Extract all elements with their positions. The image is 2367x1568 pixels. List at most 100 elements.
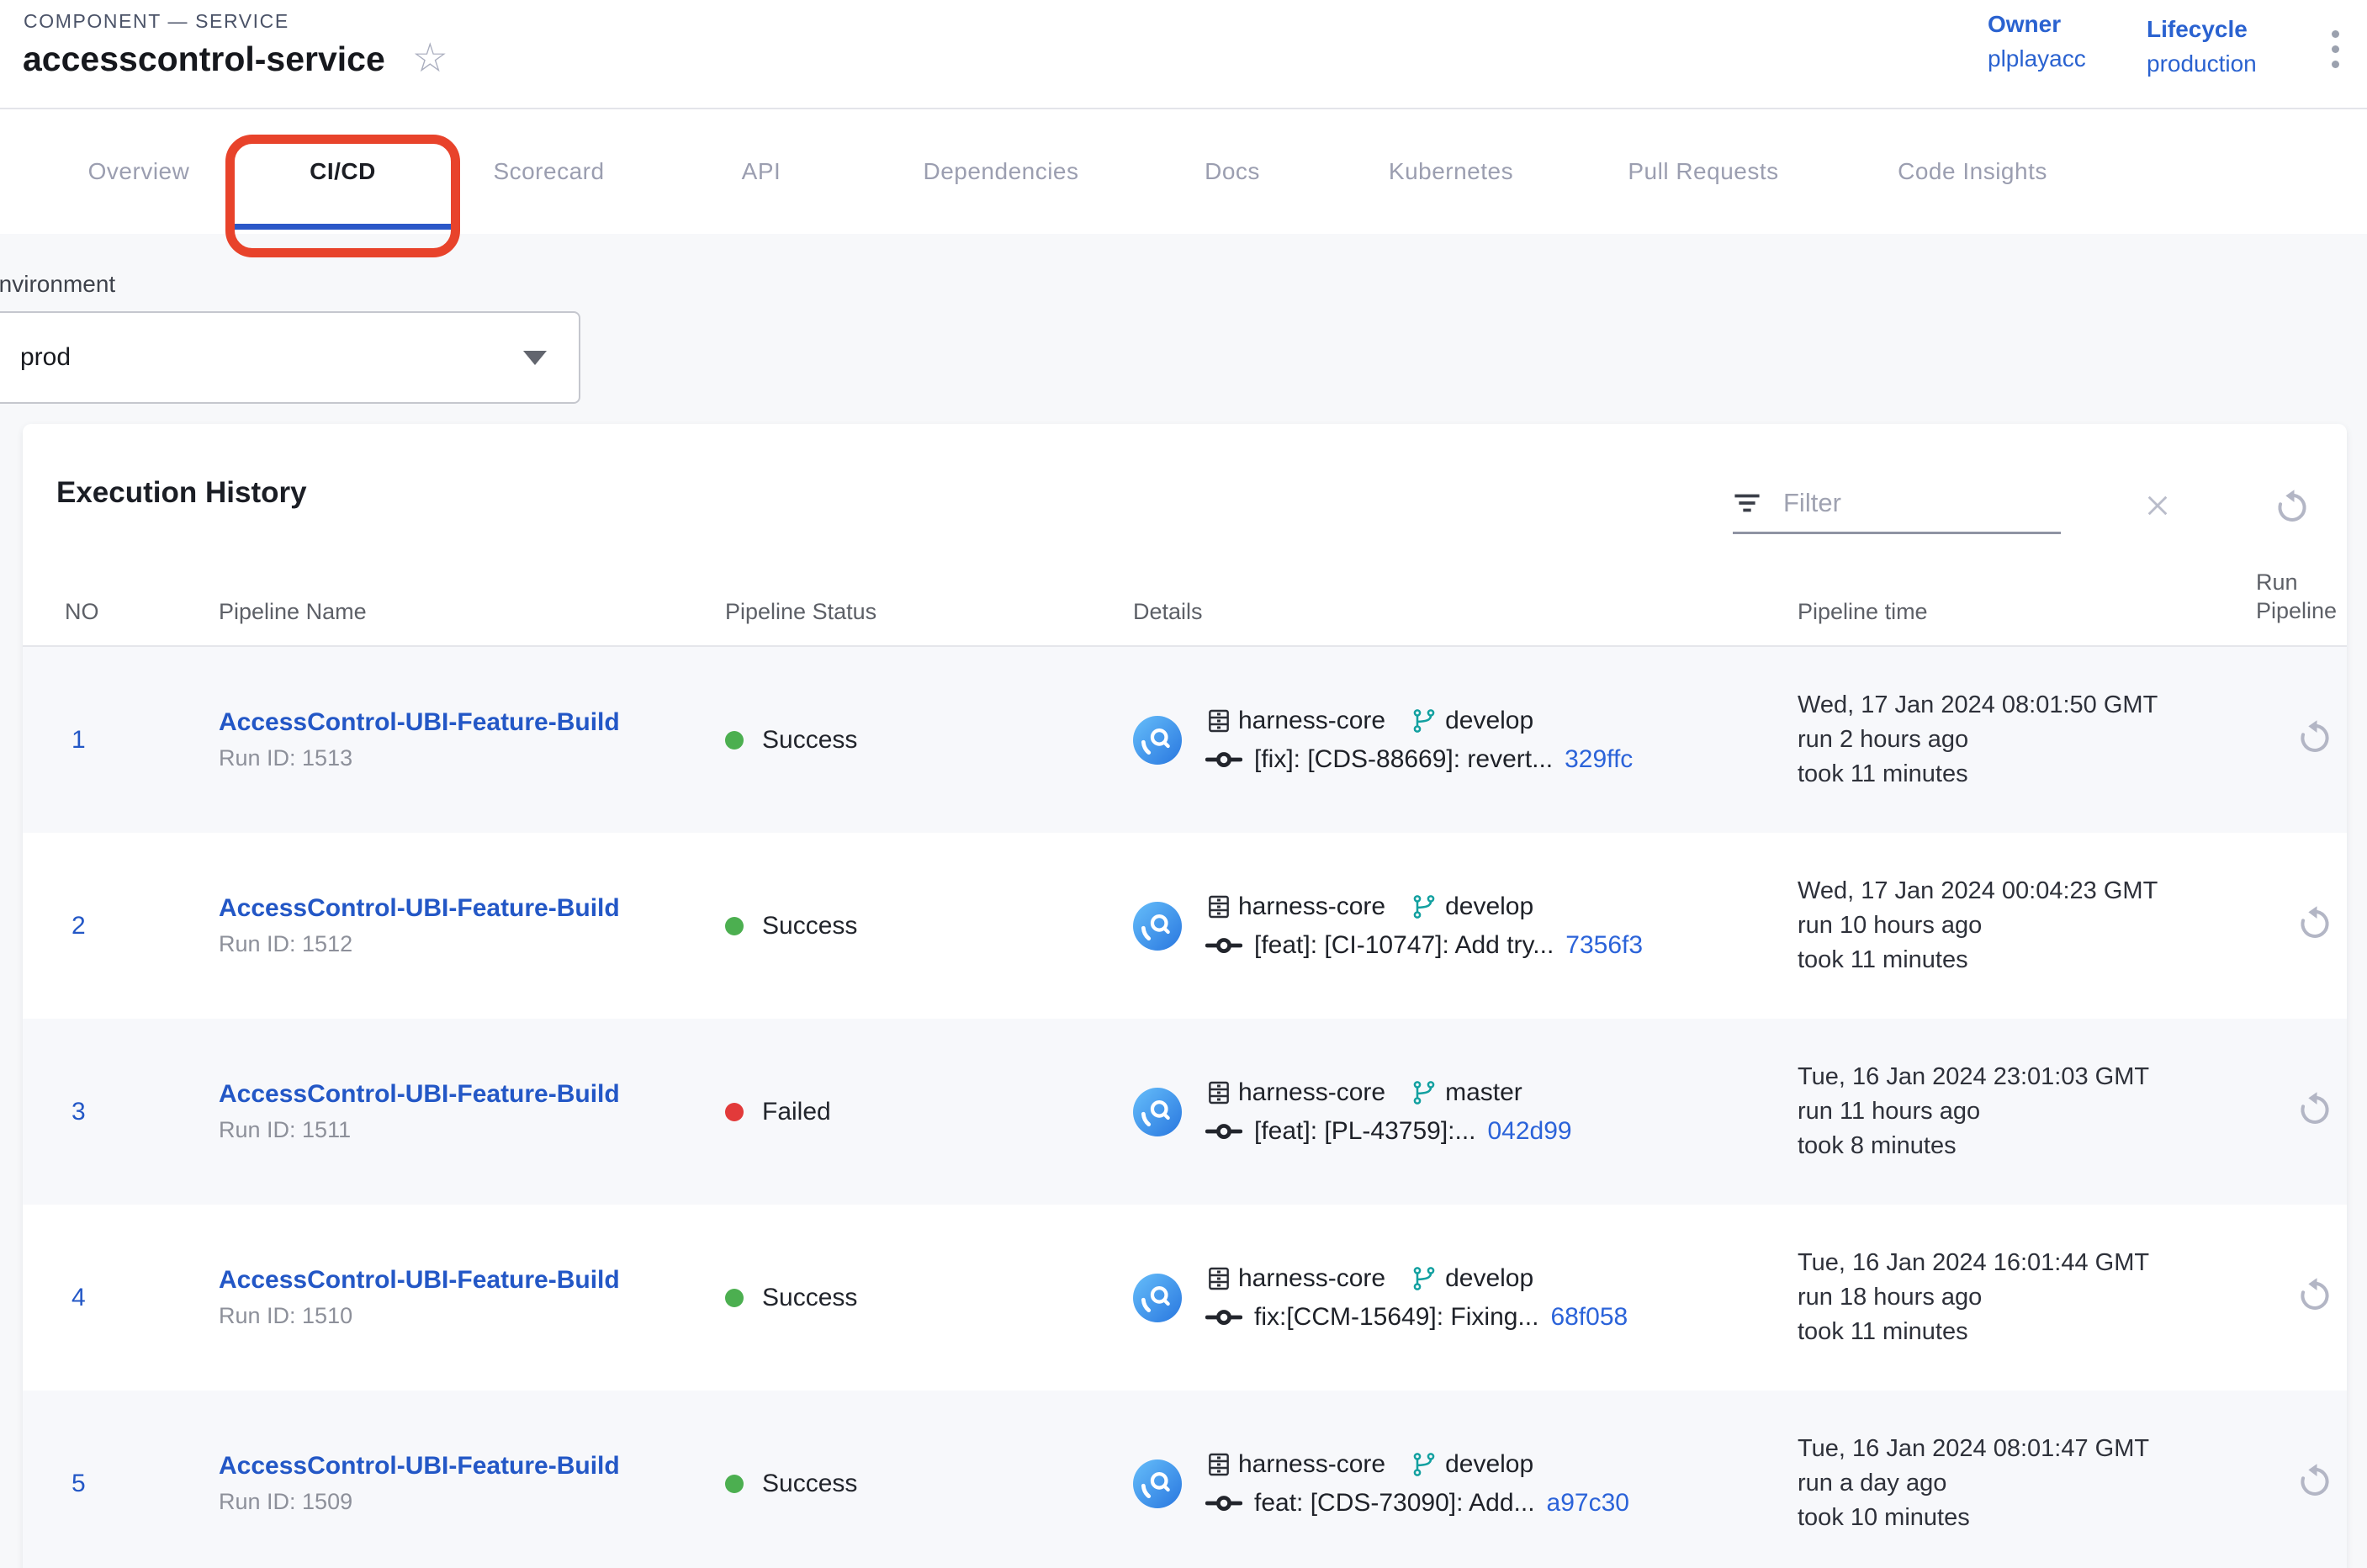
- status-label: Success: [762, 1470, 857, 1498]
- table-row-2: 2 AccessControl-UBI-Feature-Build Run ID…: [23, 833, 2347, 1019]
- commit-hash-link[interactable]: 7356f3: [1565, 931, 1643, 960]
- pipeline-name-link[interactable]: AccessControl-UBI-Feature-Build: [219, 1452, 725, 1481]
- repository-icon: [1205, 707, 1232, 734]
- pipeline-status-cell: Success: [725, 1284, 1133, 1312]
- pipeline-status-cell: Failed: [725, 1098, 1133, 1126]
- harness-ci-icon: [1133, 716, 1182, 765]
- time-took: took 11 minutes: [1798, 1315, 2176, 1349]
- run-pipeline-button[interactable]: [2296, 1462, 2334, 1501]
- harness-ci-icon: [1133, 902, 1182, 951]
- lifecycle-meta: Lifecycle production: [2147, 12, 2257, 81]
- status-label: Success: [762, 726, 857, 755]
- environment-select[interactable]: prod: [0, 311, 580, 404]
- time-date: Wed, 17 Jan 2024 08:01:50 GMT: [1798, 688, 2176, 723]
- status-dot: [725, 1475, 744, 1493]
- tab-docs[interactable]: Docs: [1136, 109, 1329, 234]
- run-pipeline-button[interactable]: [2296, 904, 2334, 943]
- repository-name: harness-core: [1238, 893, 1385, 921]
- commit-hash-link[interactable]: a97c30: [1547, 1489, 1629, 1518]
- repository-icon: [1205, 1079, 1232, 1106]
- repository-icon: [1205, 1451, 1232, 1478]
- run-id: Run ID: 1509: [219, 1489, 725, 1515]
- run-pipeline-button[interactable]: [2296, 1090, 2334, 1129]
- owner-value-link[interactable]: plplayacc: [1988, 42, 2086, 76]
- run-id: Run ID: 1510: [219, 1303, 725, 1329]
- pipeline-time-cell: Wed, 17 Jan 2024 08:01:50 GMT run 2 hour…: [1798, 688, 2176, 792]
- status-dot: [725, 1103, 744, 1121]
- git-commit-icon: [1205, 934, 1242, 957]
- pipeline-status-cell: Success: [725, 726, 1133, 755]
- filter-funnel-icon: [1733, 489, 1761, 517]
- lifecycle-label: Lifecycle: [2147, 12, 2257, 47]
- git-branch-icon: [1411, 893, 1438, 920]
- chevron-down-icon: [523, 351, 547, 365]
- row-number: 1: [65, 726, 219, 755]
- run-pipeline-button[interactable]: [2296, 718, 2334, 757]
- git-branch-icon: [1411, 707, 1438, 734]
- time-date: Wed, 17 Jan 2024 00:04:23 GMT: [1798, 874, 2176, 908]
- time-took: took 11 minutes: [1798, 757, 2176, 792]
- pipeline-name-link[interactable]: AccessControl-UBI-Feature-Build: [219, 1266, 725, 1295]
- owner-label: Owner: [1988, 7, 2086, 42]
- lifecycle-value: production: [2147, 47, 2257, 81]
- commit-message: feat: [CDS-73090]: Add...: [1254, 1489, 1535, 1518]
- status-label: Success: [762, 1284, 857, 1312]
- harness-ci-icon: [1133, 1088, 1182, 1136]
- pipeline-name-cell: AccessControl-UBI-Feature-Build Run ID: …: [219, 1452, 725, 1515]
- commit-hash-link[interactable]: 042d99: [1488, 1117, 1572, 1146]
- repository-name: harness-core: [1238, 1078, 1385, 1107]
- repository-name: harness-core: [1238, 707, 1385, 735]
- table-row-3: 3 AccessControl-UBI-Feature-Build Run ID…: [23, 1019, 2347, 1205]
- filter-toolbar: [1733, 488, 2327, 534]
- breadcrumb: COMPONENT — SERVICE: [24, 10, 289, 33]
- tab-dependencies[interactable]: Dependencies: [866, 109, 1136, 234]
- environment-selected-value: prod: [20, 343, 71, 372]
- table-header-row: NO Pipeline Name Pipeline Status Details…: [23, 533, 2347, 647]
- column-header-run-pipeline: Run Pipeline: [2176, 568, 2347, 625]
- commit-hash-link[interactable]: 68f058: [1550, 1303, 1628, 1332]
- tab-api[interactable]: API: [656, 109, 866, 234]
- tab-overview[interactable]: Overview: [34, 109, 244, 234]
- environment-section: Environment prod Execution History: [0, 234, 2367, 1568]
- pipeline-time-cell: Tue, 16 Jan 2024 16:01:44 GMT run 18 hou…: [1798, 1246, 2176, 1349]
- filter-input[interactable]: [1783, 488, 2061, 518]
- commit-message: [feat]: [PL-43759]:...: [1254, 1117, 1476, 1146]
- favorite-star-icon[interactable]: ☆: [412, 39, 448, 79]
- details-cell: harness-core develop [feat]: [CI-10747]:…: [1133, 887, 1798, 965]
- status-dot: [725, 917, 744, 935]
- tab-code-insights[interactable]: Code Insights: [1834, 109, 2111, 234]
- pipeline-name-link[interactable]: AccessControl-UBI-Feature-Build: [219, 1080, 725, 1109]
- kebab-menu-button[interactable]: [2328, 27, 2343, 72]
- tab-scorecard[interactable]: Scorecard: [442, 109, 656, 234]
- branch-name: develop: [1445, 707, 1533, 735]
- time-date: Tue, 16 Jan 2024 23:01:03 GMT: [1798, 1060, 2176, 1094]
- run-pipeline-button[interactable]: [2296, 1276, 2334, 1315]
- time-took: took 10 minutes: [1798, 1501, 2176, 1535]
- run-id: Run ID: 1513: [219, 745, 725, 771]
- commit-hash-link[interactable]: 329ffc: [1565, 745, 1633, 774]
- column-header-pipeline-name: Pipeline Name: [219, 599, 725, 625]
- table-row-5: 5 AccessControl-UBI-Feature-Build Run ID…: [23, 1391, 2347, 1568]
- git-commit-icon: [1205, 1491, 1242, 1515]
- run-id: Run ID: 1511: [219, 1117, 725, 1143]
- branch-name: master: [1445, 1078, 1522, 1107]
- pipeline-name-link[interactable]: AccessControl-UBI-Feature-Build: [219, 894, 725, 923]
- commit-message: [feat]: [CI-10747]: Add try...: [1254, 931, 1554, 960]
- pipeline-name-link[interactable]: AccessControl-UBI-Feature-Build: [219, 708, 725, 737]
- status-label: Failed: [762, 1098, 831, 1126]
- repository-name: harness-core: [1238, 1264, 1385, 1293]
- column-header-pipeline-time: Pipeline time: [1798, 599, 2176, 625]
- time-ago: run 18 hours ago: [1798, 1280, 2176, 1315]
- clear-filter-icon[interactable]: [2142, 490, 2174, 522]
- page-title: accesscontrol-service: [23, 40, 385, 79]
- refresh-table-icon[interactable]: [2273, 488, 2311, 527]
- status-dot: [725, 1289, 744, 1307]
- repository-icon: [1205, 1265, 1232, 1292]
- time-date: Tue, 16 Jan 2024 16:01:44 GMT: [1798, 1246, 2176, 1280]
- branch-name: develop: [1445, 893, 1533, 921]
- time-ago: run 10 hours ago: [1798, 908, 2176, 943]
- tab-kubernetes[interactable]: Kubernetes: [1329, 109, 1573, 234]
- pipeline-name-cell: AccessControl-UBI-Feature-Build Run ID: …: [219, 1266, 725, 1329]
- tab-ci-cd[interactable]: CI/CD: [244, 109, 442, 234]
- tab-pull-requests[interactable]: Pull Requests: [1573, 109, 1834, 234]
